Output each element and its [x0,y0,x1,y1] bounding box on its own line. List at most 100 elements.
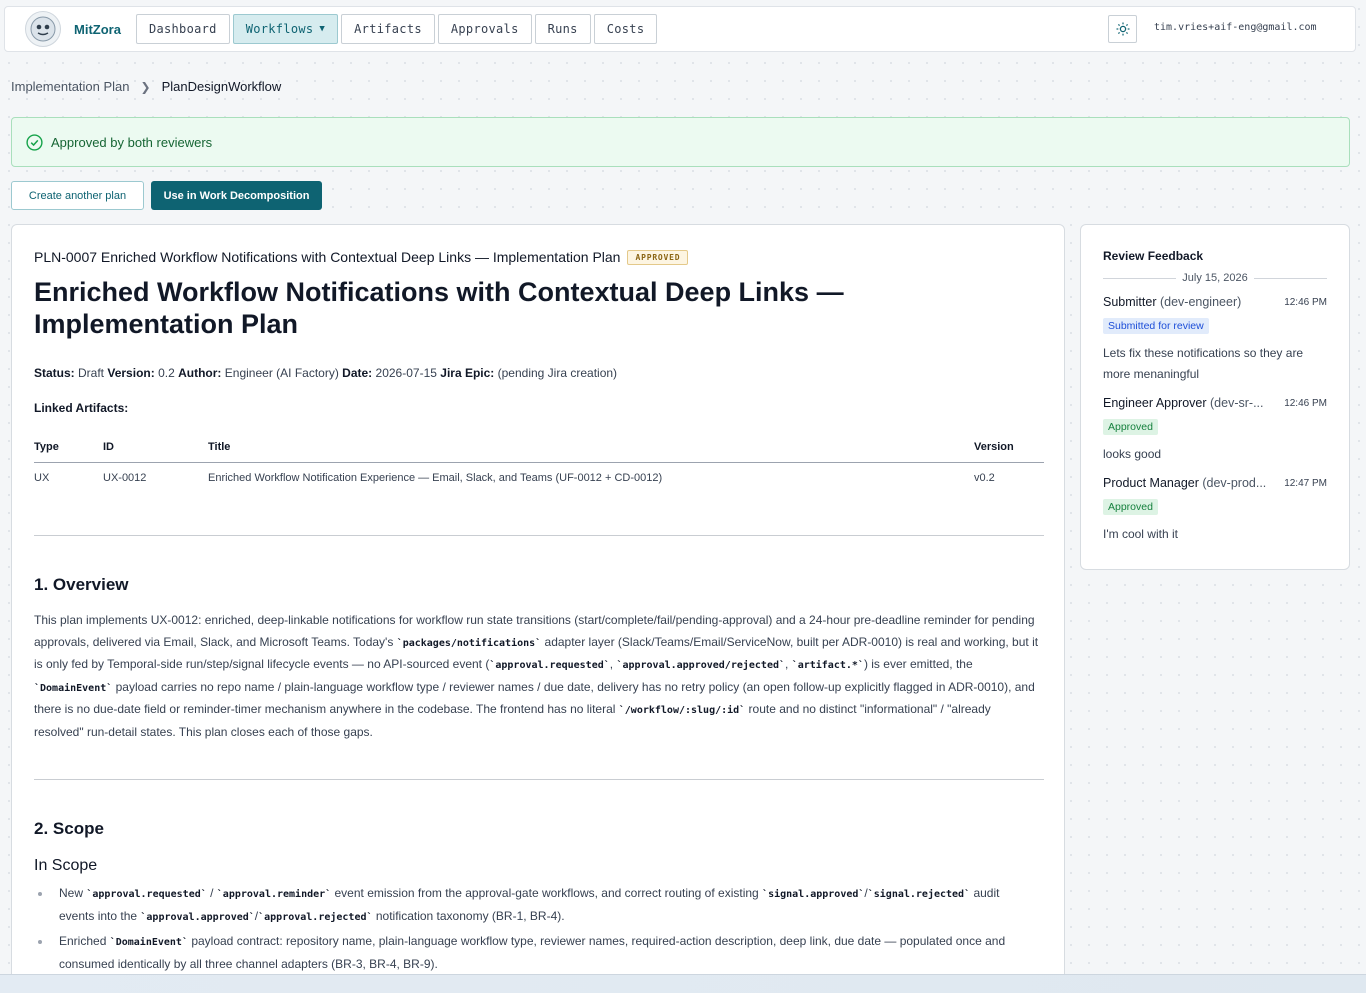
scope-b2-text-2: payload contract: repository name, plain… [59,934,1006,971]
code-signal-rejected: `signal.rejected` [867,889,971,900]
cell-version: v0.2 [974,472,995,484]
scope-b1-text-1: New [59,886,87,900]
breadcrumb: Implementation Plan ❯ PlanDesignWorkflow [11,79,281,94]
main-nav: Dashboard Workflows ▼ Artifacts Approval… [135,14,658,44]
code-domain-event: `DomainEvent` [34,682,113,694]
divider [34,779,1044,780]
list-item: New `approval.requested` / `approval.rem… [34,883,1034,928]
feedback-item: Engineer Approver (dev-sr-... 12:46 PM A… [1103,396,1327,465]
use-in-work-decomposition-button[interactable]: Use in Work Decomposition [151,181,322,210]
divider-line [1103,277,1177,279]
user-email[interactable]: tim.vries+aif-eng@gmail.com [1154,22,1317,33]
jira-label: Jira Epic: [440,366,495,380]
code-notifications-package: `packages/notifications` [396,637,542,649]
nav-workflows-label: Workflows [245,22,314,36]
code-approval-requested: `approval.requested` [489,660,610,671]
sun-icon [1116,22,1129,36]
overview-heading: 1. Overview [34,575,129,594]
col-title: Title [208,441,974,463]
status-value: Draft [78,366,105,380]
breadcrumb-current: PlanDesignWorkflow [161,79,282,94]
nav-workflows[interactable]: Workflows ▼ [232,14,339,44]
code-approval-requested: `approval.requested` [86,889,207,900]
status-badge: APPROVED [627,249,689,265]
col-type: Type [34,441,103,463]
document-header: PLN-0007 Enriched Workflow Notifications… [34,249,1042,265]
code-artifact-wildcard: `artifact.*` [791,660,864,671]
code-workflow-route: `/workflow/:slug/:id` [618,705,746,716]
reviewer-name: Product Manager (dev-prod... [1103,476,1266,490]
reviewer-title: Engineer Approver [1103,396,1207,410]
feedback-time: 12:46 PM [1284,297,1327,308]
brand-name[interactable]: MitZora [74,22,121,37]
feedback-time: 12:46 PM [1284,398,1327,409]
top-navigation-bar: MitZora Dashboard Workflows ▼ Artifacts … [4,6,1356,52]
feedback-item: Product Manager (dev-prod... 12:47 PM Ap… [1103,476,1327,545]
feedback-comment: Lets fix these notifications so they are… [1103,346,1304,381]
document-title: Enriched Workflow Notifications with Con… [34,277,844,339]
nav-runs[interactable]: Runs [534,14,591,44]
reviewer-name: Engineer Approver (dev-sr-... [1103,396,1264,410]
scope-b2-text-1: Enriched [59,934,110,948]
author-value: Engineer (AI Factory) [224,366,339,380]
chevron-right-icon: ❯ [140,79,151,94]
version-value: 0.2 [158,366,175,380]
scope-b1-text-3: event emission from the approval-gate wo… [331,886,763,900]
cell-type: UX [34,472,50,484]
author-label: Author: [178,366,222,380]
divider-line [1253,277,1327,279]
overview-text-4: , [785,657,792,671]
code-approval-approved: `approval.approved` [140,911,255,923]
review-date: July 15, 2026 [1182,272,1248,284]
in-scope-heading: In Scope [34,857,98,874]
reviewer-role: (dev-prod... [1198,476,1267,490]
plan-document-card: PLN-0007 Enriched Workflow Notifications… [11,224,1065,993]
feedback-item: Submitter (dev-engineer) 12:46 PM Submit… [1103,295,1327,385]
reviewer-title: Product Manager [1103,476,1199,490]
linked-artifacts-label: Linked Artifacts: [34,401,129,415]
list-item: Enriched `DomainEvent` payload contract:… [34,931,1034,975]
breadcrumb-implementation-plan[interactable]: Implementation Plan [11,79,130,94]
approval-alert: Approved by both reviewers [11,117,1350,167]
code-signal-approved: `signal.approved` [762,889,865,900]
reviewer-title: Submitter [1103,295,1157,309]
scope-b1-text-7: notification taxonomy (BR-1, BR-4). [372,908,565,923]
review-feedback-panel: Review Feedback July 15, 2026 Submitter … [1080,224,1350,570]
theme-toggle-button[interactable] [1108,15,1137,43]
chevron-down-icon: ▼ [319,24,326,34]
overview-text-5: ) is ever emitted, the [863,657,973,671]
nav-dashboard[interactable]: Dashboard [135,14,230,44]
status-badge: Approved [1103,499,1158,515]
document-id-title: PLN-0007 Enriched Workflow Notifications… [34,249,621,265]
review-date-divider: July 15, 2026 [1103,272,1327,284]
feedback-comment: looks good [1103,447,1162,461]
os-taskbar [0,974,1366,993]
create-another-plan-button[interactable]: Create another plan [11,181,144,210]
version-label: Version: [107,366,155,380]
in-scope-list: New `approval.requested` / `approval.rem… [34,883,1034,975]
review-feedback-title: Review Feedback [1103,249,1204,263]
jira-value: (pending Jira creation) [497,366,618,380]
col-version: Version [974,441,1044,463]
cell-title[interactable]: Enriched Workflow Notification Experienc… [208,463,974,494]
nav-artifacts[interactable]: Artifacts [341,14,435,44]
scope-b1-text-2: / [206,886,217,900]
nav-costs[interactable]: Costs [593,14,658,44]
status-label: Status: [34,366,75,380]
code-approval-reminder: `approval.reminder` [216,889,332,900]
linked-artifacts-table: Type ID Title Version UX UX-0012 Enriche… [34,441,1044,493]
reviewer-name: Submitter (dev-engineer) [1103,295,1241,309]
col-id: ID [103,441,208,463]
nav-approvals[interactable]: Approvals [437,14,532,44]
alert-text: Approved by both reviewers [51,134,213,150]
code-approval-approved-rejected: `approval.approved/rejected` [616,660,786,671]
code-domain-event: `DomainEvent` [109,937,188,948]
feedback-comment: I'm cool with it [1103,527,1178,541]
app-logo-icon[interactable] [25,11,61,47]
divider [34,535,1044,536]
table-row: UX UX-0012 Enriched Workflow Notificatio… [34,463,1044,494]
cell-id[interactable]: UX-0012 [103,463,208,494]
check-circle-icon [26,133,43,151]
status-badge: Submitted for review [1103,318,1209,334]
status-badge: Approved [1103,419,1158,435]
